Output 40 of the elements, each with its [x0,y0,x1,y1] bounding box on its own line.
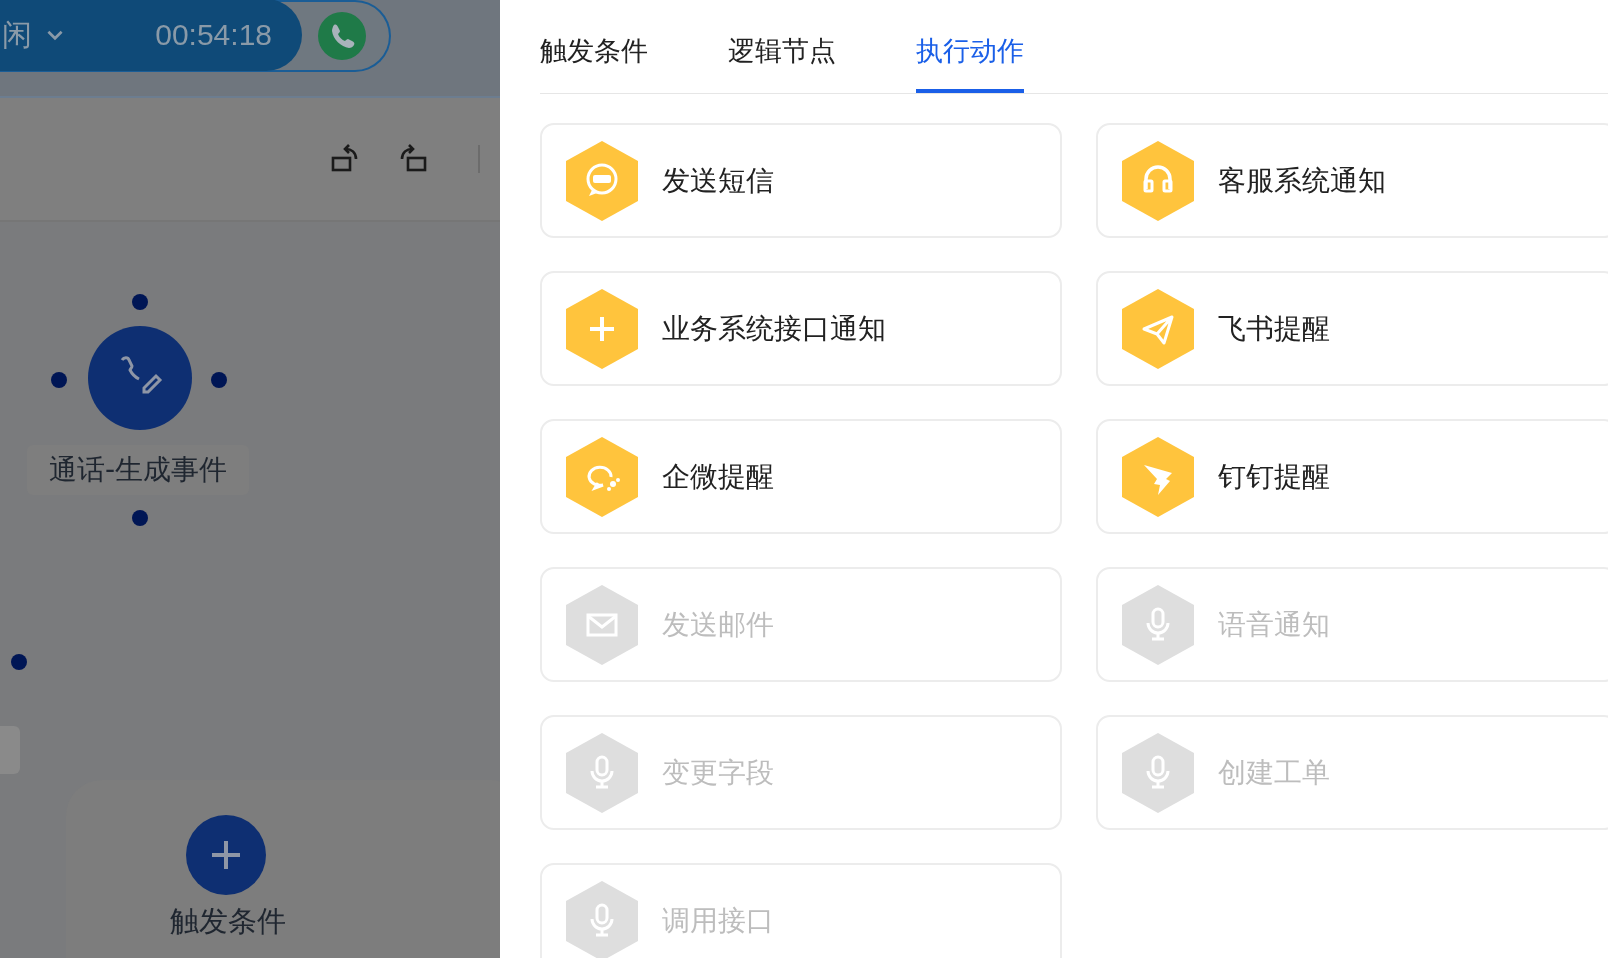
call-timer: 00:54:18 [155,18,272,52]
tab[interactable]: 触发条件 [540,33,648,93]
add-button[interactable] [186,815,266,895]
action-card[interactable]: 客服系统通知 [1096,123,1608,238]
action-label: 语音通知 [1218,606,1330,643]
action-card[interactable]: 发送短信 [540,123,1062,238]
action-label: 调用接口 [662,902,774,939]
action-card[interactable]: 飞书提醒 [1096,271,1608,386]
chat-bubbles-icon [566,436,638,517]
action-label: 飞书提醒 [1218,310,1330,347]
paper-plane-icon [1122,288,1194,369]
action-label: 钉钉提醒 [1218,458,1330,495]
node-label: 通话-生成事件 [27,445,250,495]
action-label: 客服系统通知 [1218,162,1386,199]
action-card[interactable]: 钉钉提醒 [1096,419,1608,534]
connection-dot[interactable] [132,294,148,310]
phone-button[interactable] [318,12,366,60]
action-label: 企微提醒 [662,458,774,495]
action-card[interactable]: 业务系统接口通知 [540,271,1062,386]
connection-dot[interactable] [51,372,67,388]
add-label: 触发条件 [170,903,286,940]
plus-icon [566,288,638,369]
action-label: 创建工单 [1218,754,1330,791]
action-label: 发送邮件 [662,606,774,643]
microphone-icon [1122,584,1194,665]
tab[interactable]: 执行动作 [916,33,1024,93]
connection-dot[interactable] [11,654,27,670]
connection-dot[interactable] [211,372,227,388]
microphone-icon [566,732,638,813]
action-card[interactable]: 企微提醒 [540,419,1062,534]
microphone-icon [1122,732,1194,813]
headset-icon [1122,140,1194,221]
envelope-icon [566,584,638,665]
tab[interactable]: 逻辑节点 [728,33,836,93]
action-label: 变更字段 [662,754,774,791]
connection-dot[interactable] [132,510,148,526]
phone-edit-node[interactable] [88,326,192,430]
sms-bubble-icon [566,140,638,221]
action-label: 业务系统接口通知 [662,310,886,347]
action-label: 发送短信 [662,162,774,199]
